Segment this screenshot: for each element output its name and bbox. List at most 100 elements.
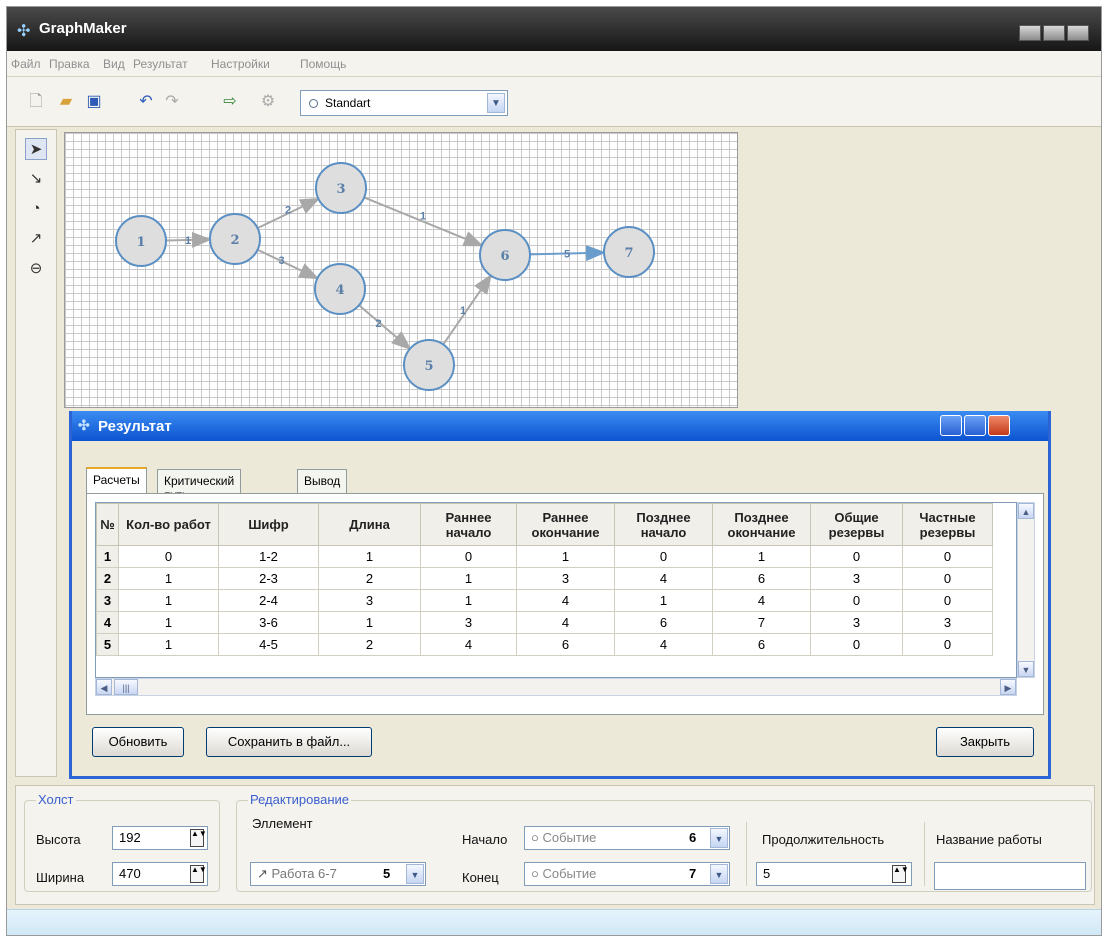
table-cell[interactable]: 3 (420, 611, 517, 634)
table-cell[interactable]: 2-4 (218, 589, 319, 612)
style-select[interactable]: Standart ▼ (300, 90, 508, 116)
table-cell[interactable]: 4 (516, 589, 615, 612)
tab-calculations[interactable]: Расчеты (86, 467, 147, 493)
width-spinner-icon[interactable]: ▲▼ (190, 865, 207, 883)
table-cell[interactable]: 4 (614, 567, 713, 590)
table-cell[interactable]: 0 (810, 545, 903, 568)
minimize-button[interactable] (1019, 25, 1041, 41)
table-cell[interactable]: 1 (118, 589, 219, 612)
undo-icon[interactable]: ↶ (135, 91, 157, 113)
table-cell[interactable]: 0 (902, 633, 993, 656)
menu-edit[interactable]: Правка (49, 57, 90, 71)
column-header[interactable]: Длина (318, 503, 421, 546)
row-number[interactable]: 5 (96, 633, 119, 656)
table-cell[interactable]: 6 (712, 633, 811, 656)
delete-tool-icon[interactable]: ⊖ (25, 258, 47, 280)
table-cell[interactable]: 3 (810, 611, 903, 634)
table-cell[interactable]: 3 (516, 567, 615, 590)
element-select[interactable]: ↗ Работа 6-7 5 ▼ (250, 862, 426, 886)
table-cell[interactable]: 3 (810, 567, 903, 590)
table-cell[interactable]: 1 (318, 545, 421, 568)
close-window-button[interactable] (1067, 25, 1089, 41)
table-cell[interactable]: 2 (318, 633, 421, 656)
column-header[interactable]: № (96, 503, 119, 546)
settings-gear-icon[interactable]: ⚙ (257, 91, 279, 113)
table-row[interactable]: 3 1 2-4 3 1 4 1 4 0 0 (96, 589, 993, 612)
table-cell[interactable]: 0 (420, 545, 517, 568)
column-header[interactable]: Раннее окончание (516, 503, 615, 546)
add-edge-tool-icon[interactable]: ↗ (25, 228, 47, 250)
table-cell[interactable]: 0 (118, 545, 219, 568)
refresh-button[interactable]: Обновить (92, 727, 184, 757)
duration-spinner-icon[interactable]: ▲▼ (892, 865, 909, 883)
table-cell[interactable]: 4 (614, 633, 713, 656)
duration-field[interactable]: 5 (756, 862, 912, 886)
edge-2-4[interactable] (257, 248, 320, 280)
table-cell[interactable]: 4 (712, 589, 811, 612)
scroll-thumb[interactable]: ||| (114, 679, 138, 695)
table-cell[interactable]: 4-5 (218, 633, 319, 656)
height-spinner-icon[interactable]: ▲▼ (190, 829, 207, 847)
close-dialog-button[interactable]: Закрыть (936, 727, 1034, 757)
edge-5-6[interactable] (442, 273, 492, 346)
scroll-up-icon[interactable]: ▲ (1018, 503, 1034, 519)
table-cell[interactable]: 4 (516, 611, 615, 634)
table-cell[interactable]: 6 (614, 611, 713, 634)
work-name-field[interactable] (934, 862, 1086, 890)
table-cell[interactable]: 1 (712, 545, 811, 568)
table-cell[interactable]: 2 (318, 567, 421, 590)
edge-4-5[interactable] (358, 304, 412, 351)
network-graph[interactable]: 1 2 3 1 2 1 5 1 2 3 4 5 6 7 (65, 133, 739, 409)
table-horizontal-scrollbar[interactable]: ◀ ||| ▶ (95, 678, 1017, 696)
dialog-maximize-button[interactable] (964, 415, 986, 436)
table-cell[interactable]: 6 (516, 633, 615, 656)
table-cell[interactable]: 1 (420, 589, 517, 612)
column-header[interactable]: Позднее начало (614, 503, 713, 546)
end-event-select[interactable]: ○ Событие 7 ▼ (524, 862, 730, 886)
table-cell[interactable]: 1 (516, 545, 615, 568)
results-table[interactable]: № Кол-во работ Шифр Длина Раннее начало Ранне… (95, 502, 1017, 678)
table-cell[interactable]: 3-6 (218, 611, 319, 634)
table-vertical-scrollbar[interactable]: ▲ ▼ (1017, 502, 1035, 678)
table-cell[interactable]: 3 (318, 589, 421, 612)
dialog-close-button[interactable] (988, 415, 1010, 436)
new-file-icon[interactable]: 🗋 (25, 91, 47, 113)
table-cell[interactable]: 1 (614, 589, 713, 612)
table-row[interactable]: 1 0 1-2 1 0 1 0 1 0 0 (96, 545, 993, 568)
menu-help[interactable]: Помощь (300, 57, 346, 71)
table-row[interactable]: 5 1 4-5 2 4 6 4 6 0 0 (96, 633, 993, 656)
table-cell[interactable]: 0 (902, 589, 993, 612)
column-header[interactable]: Позднее окончание (712, 503, 811, 546)
row-number[interactable]: 3 (96, 589, 119, 612)
save-to-file-button[interactable]: Сохранить в файл... (206, 727, 372, 757)
table-cell[interactable]: 1-2 (218, 545, 319, 568)
table-cell[interactable]: 0 (902, 567, 993, 590)
chevron-down-icon[interactable]: ▼ (710, 828, 728, 848)
add-node-tool-icon[interactable]: ◔ (25, 198, 47, 220)
table-cell[interactable]: 0 (810, 633, 903, 656)
table-cell[interactable]: 7 (712, 611, 811, 634)
tab-critical-path[interactable]: Критический путь (157, 469, 242, 502)
column-header[interactable]: Шифр (218, 503, 319, 546)
scroll-left-icon[interactable]: ◀ (96, 679, 112, 695)
menu-result[interactable]: Результат (133, 57, 188, 71)
open-folder-icon[interactable]: ▰ (55, 91, 77, 113)
table-cell[interactable]: 0 (810, 589, 903, 612)
table-cell[interactable]: 1 (118, 633, 219, 656)
table-cell[interactable]: 3 (902, 611, 993, 634)
row-number[interactable]: 1 (96, 545, 119, 568)
table-cell[interactable]: 2-3 (218, 567, 319, 590)
chevron-down-icon[interactable]: ▼ (710, 864, 728, 884)
column-header[interactable]: Кол-во работ (118, 503, 219, 546)
row-number[interactable]: 4 (96, 611, 119, 634)
table-cell[interactable]: 0 (902, 545, 993, 568)
tab-output[interactable]: Вывод (297, 469, 348, 493)
redo-icon[interactable]: ↷ (161, 91, 183, 113)
table-row[interactable]: 2 1 2-3 2 1 3 4 6 3 0 (96, 567, 993, 590)
column-header[interactable]: Общие резервы (810, 503, 903, 546)
export-icon[interactable]: ⇨ (219, 91, 241, 113)
table-cell[interactable]: 1 (118, 611, 219, 634)
column-header[interactable]: Раннее начало (420, 503, 517, 546)
scroll-right-icon[interactable]: ▶ (1000, 679, 1016, 695)
table-cell[interactable]: 6 (712, 567, 811, 590)
